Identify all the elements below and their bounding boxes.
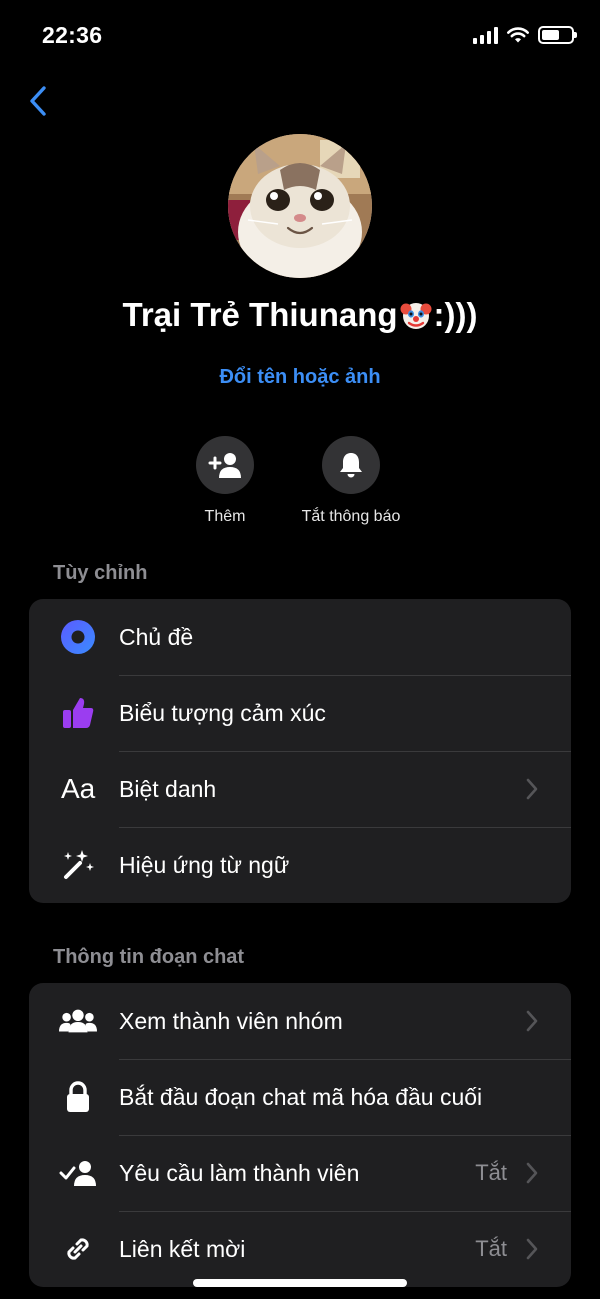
group-name-text: Trại Trẻ Thiunang (122, 296, 398, 333)
word-effects-icon (59, 846, 97, 884)
link-icon (59, 1230, 97, 1268)
group-members-icon (59, 1002, 97, 1040)
group-name-suffix: :))) (433, 296, 478, 333)
back-button[interactable] (28, 82, 58, 120)
invite-link-label: Liên kết mời (119, 1235, 246, 1262)
emoji-row[interactable]: Biểu tượng cảm xúc (29, 675, 571, 751)
invite-link-value: Tắt (475, 1236, 507, 1261)
chevron-left-icon (30, 86, 46, 116)
home-indicator[interactable] (193, 1279, 407, 1287)
rename-or-photo-link[interactable]: Đổi tên hoặc ảnh (0, 366, 600, 389)
mute-notifications-label: Tắt thông báo (301, 508, 401, 525)
add-member-button[interactable] (196, 436, 254, 494)
word-effects-row[interactable]: Hiệu ứng từ ngữ (29, 827, 571, 903)
nickname-label: Biệt danh (119, 775, 217, 802)
customize-card: Chủ đề Biểu tượng cảm xúc Aa Biệt danh H… (29, 599, 571, 903)
chevron-right-icon (526, 1238, 538, 1260)
chat-info-section-title: Thông tin đoạn chat (53, 946, 245, 968)
group-name: Trại Trẻ Thiunang :))) (0, 296, 600, 334)
customize-section-title: Tùy chỉnh (53, 562, 148, 584)
bell-icon (340, 453, 362, 478)
cat-avatar-image (228, 134, 372, 278)
view-members-label: Xem thành viên nhóm (119, 1007, 343, 1034)
nickname-icon-text: Aa (61, 773, 96, 804)
nickname-row[interactable]: Aa Biệt danh (29, 751, 571, 827)
group-avatar[interactable] (228, 134, 372, 278)
theme-label: Chủ đề (119, 623, 194, 650)
lock-icon (59, 1078, 97, 1116)
e2e-chat-row[interactable]: Bắt đầu đoạn chat mã hóa đầu cuối (29, 1059, 571, 1135)
wifi-icon (507, 27, 529, 43)
view-members-row[interactable]: Xem thành viên nhóm (29, 983, 571, 1059)
add-person-icon (208, 453, 241, 478)
battery-icon (538, 26, 577, 44)
member-requests-value: Tắt (475, 1160, 507, 1185)
mute-notifications-button[interactable] (322, 436, 380, 494)
thumbs-up-icon (59, 694, 97, 732)
member-request-icon (59, 1154, 97, 1192)
chevron-right-icon (526, 1010, 538, 1032)
member-requests-label: Yêu cầu làm thành viên (119, 1159, 360, 1186)
chat-info-card: Xem thành viên nhóm Bắt đầu đoạn chat mã… (29, 983, 571, 1287)
cellular-signal-icon (473, 26, 498, 44)
e2e-chat-label: Bắt đầu đoạn chat mã hóa đầu cuối (119, 1083, 483, 1110)
invite-link-row[interactable]: Liên kết mời Tắt (29, 1211, 571, 1287)
status-icons (473, 26, 577, 44)
member-requests-row[interactable]: Yêu cầu làm thành viên Tắt (29, 1135, 571, 1211)
chevron-right-icon (526, 1162, 538, 1184)
status-time: 22:36 (42, 22, 103, 48)
theme-row[interactable]: Chủ đề (29, 599, 571, 675)
chevron-right-icon (526, 778, 538, 800)
mute-notifications-action[interactable]: Tắt thông báo (271, 436, 431, 526)
word-effects-label: Hiệu ứng từ ngữ (119, 851, 290, 878)
clown-face-emoji-icon (400, 303, 432, 329)
status-bar: 22:36 (0, 0, 600, 72)
emoji-label: Biểu tượng cảm xúc (119, 699, 326, 726)
nickname-icon: Aa (61, 770, 95, 808)
theme-icon (59, 618, 97, 656)
